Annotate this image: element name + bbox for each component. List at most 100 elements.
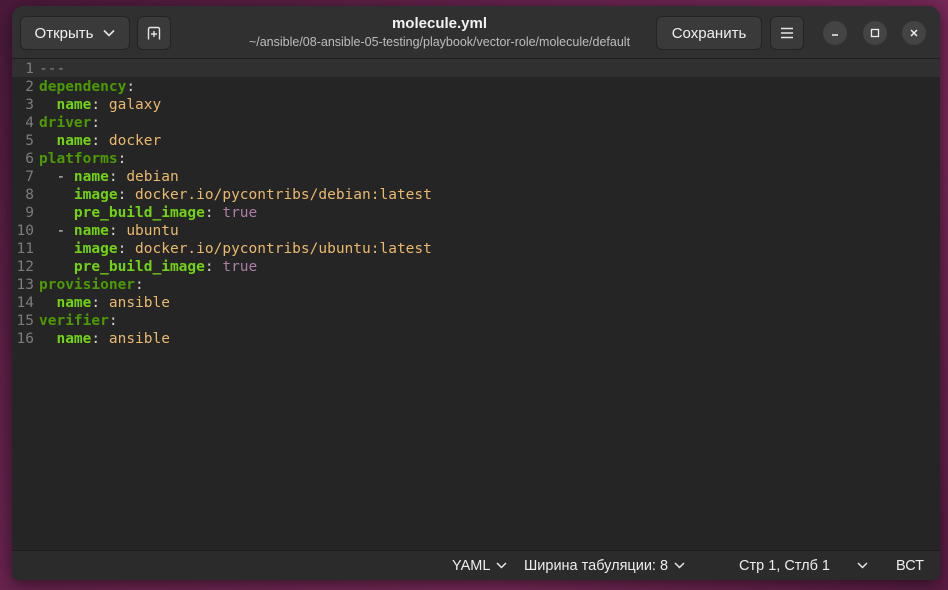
line-number: 5 bbox=[25, 133, 34, 149]
code-line[interactable]: 12 pre_build_image: true bbox=[12, 258, 940, 276]
code-lines[interactable]: 1 --- 2 dependency: 3 name: galaxy 4 driver: 5 … bbox=[12, 60, 940, 348]
code-token: name bbox=[73, 223, 109, 239]
file-path-subtitle: ~/ansible/08-ansible-05-testing/playbook… bbox=[248, 35, 631, 49]
code-token: : bbox=[135, 277, 144, 293]
code-line[interactable]: 6 platforms: bbox=[12, 150, 940, 168]
line-number: 7 bbox=[25, 169, 34, 185]
code-token: pre_build_image bbox=[73, 205, 205, 221]
insert-mode-label: ВСТ bbox=[896, 557, 925, 574]
code-token: driver bbox=[39, 115, 92, 131]
chevron-down-icon bbox=[674, 562, 685, 569]
code-token: : bbox=[204, 259, 223, 275]
cursor-position[interactable]: Стр 1, Стлб 1 bbox=[739, 551, 830, 580]
maximize-button[interactable] bbox=[863, 21, 887, 45]
code-token: : bbox=[91, 133, 109, 149]
close-icon bbox=[909, 28, 919, 38]
code-line[interactable]: 13 provisioner: bbox=[12, 276, 940, 294]
line-number: 6 bbox=[25, 151, 34, 167]
position-menu-button[interactable] bbox=[857, 551, 868, 580]
code-token: docker.io/pycontribs/ubuntu:latest bbox=[135, 241, 432, 257]
code-token: name bbox=[56, 331, 92, 347]
line-number: 15 bbox=[16, 313, 34, 329]
code-token: platforms bbox=[39, 151, 118, 167]
code-line[interactable]: 1 --- bbox=[12, 60, 940, 78]
code-token: docker.io/pycontribs/debian:latest bbox=[135, 187, 432, 203]
code-token: : bbox=[91, 295, 109, 311]
close-button[interactable] bbox=[902, 21, 926, 45]
code-token: : bbox=[108, 169, 127, 185]
line-number: 3 bbox=[25, 97, 34, 113]
code-token: image bbox=[73, 241, 118, 257]
language-selector[interactable]: YAML bbox=[452, 551, 507, 580]
code-token: : bbox=[91, 331, 109, 347]
open-button[interactable]: Открыть bbox=[20, 16, 130, 50]
line-number: 13 bbox=[16, 277, 34, 293]
code-line[interactable]: 7 - name: debian bbox=[12, 168, 940, 186]
code-token: name bbox=[56, 97, 92, 113]
code-line[interactable]: 5 name: docker bbox=[12, 132, 940, 150]
line-number: 12 bbox=[16, 259, 34, 275]
save-button[interactable]: Сохранить bbox=[656, 16, 762, 50]
code-token: dependency bbox=[39, 79, 127, 95]
code-token: --- bbox=[39, 61, 66, 77]
code-token: ubuntu bbox=[126, 223, 179, 239]
text-editor-window: Открыть molecule.yml ~/ansible/08-ansibl… bbox=[12, 6, 940, 580]
minimize-button[interactable] bbox=[823, 21, 847, 45]
code-line[interactable]: 16 name: ansible bbox=[12, 330, 940, 348]
code-line[interactable]: 11 image: docker.io/pycontribs/ubuntu:la… bbox=[12, 240, 940, 258]
text-editor-area[interactable]: 1 --- 2 dependency: 3 name: galaxy 4 driver: 5 … bbox=[12, 59, 940, 551]
code-line[interactable]: 8 image: docker.io/pycontribs/debian:lat… bbox=[12, 186, 940, 204]
code-line[interactable]: 4 driver: bbox=[12, 114, 940, 132]
maximize-icon bbox=[870, 28, 880, 38]
code-token: : bbox=[117, 241, 136, 257]
line-number: 14 bbox=[16, 295, 34, 311]
line-number: 2 bbox=[25, 79, 34, 95]
line-number: 16 bbox=[16, 331, 34, 347]
code-token: name bbox=[73, 169, 109, 185]
code-line[interactable]: 10 - name: ubuntu bbox=[12, 222, 940, 240]
code-token: - bbox=[39, 223, 74, 239]
code-token: debian bbox=[126, 169, 179, 185]
code-token: name bbox=[56, 133, 92, 149]
code-token: : bbox=[117, 151, 127, 167]
open-button-label: Открыть bbox=[34, 24, 94, 42]
code-token: galaxy bbox=[108, 97, 162, 113]
tab-width-label: Ширина табуляции: 8 bbox=[524, 557, 669, 574]
code-token: : bbox=[117, 187, 136, 203]
hamburger-menu-icon bbox=[780, 27, 794, 39]
new-tab-icon bbox=[146, 25, 162, 41]
chevron-down-icon bbox=[496, 562, 507, 569]
window-title: molecule.yml bbox=[391, 15, 488, 32]
code-line[interactable]: 3 name: galaxy bbox=[12, 96, 940, 114]
code-line[interactable]: 2 dependency: bbox=[12, 78, 940, 96]
header-bar: Открыть molecule.yml ~/ansible/08-ansibl… bbox=[12, 6, 940, 59]
main-menu-button[interactable] bbox=[770, 16, 804, 50]
line-number: 1 bbox=[25, 61, 34, 77]
chevron-down-icon bbox=[857, 562, 868, 569]
code-token: ansible bbox=[108, 295, 170, 311]
insert-mode-indicator[interactable]: ВСТ bbox=[896, 551, 924, 580]
code-token: : bbox=[108, 313, 118, 329]
code-token: true bbox=[222, 205, 258, 221]
save-button-label: Сохранить bbox=[671, 24, 747, 42]
line-number: 8 bbox=[25, 187, 34, 203]
code-line[interactable]: 14 name: ansible bbox=[12, 294, 940, 312]
tab-width-selector[interactable]: Ширина табуляции: 8 bbox=[524, 551, 685, 580]
code-line[interactable]: 9 pre_build_image: true bbox=[12, 204, 940, 222]
line-number: 11 bbox=[16, 241, 34, 257]
new-tab-button[interactable] bbox=[137, 16, 171, 50]
code-token: : bbox=[126, 79, 136, 95]
code-token: image bbox=[73, 187, 118, 203]
line-number: 9 bbox=[25, 205, 34, 221]
code-token: provisioner bbox=[39, 277, 136, 293]
code-line[interactable]: 15 verifier: bbox=[12, 312, 940, 330]
line-number: 10 bbox=[16, 223, 34, 239]
code-token: : bbox=[91, 97, 109, 113]
code-token: : bbox=[204, 205, 223, 221]
